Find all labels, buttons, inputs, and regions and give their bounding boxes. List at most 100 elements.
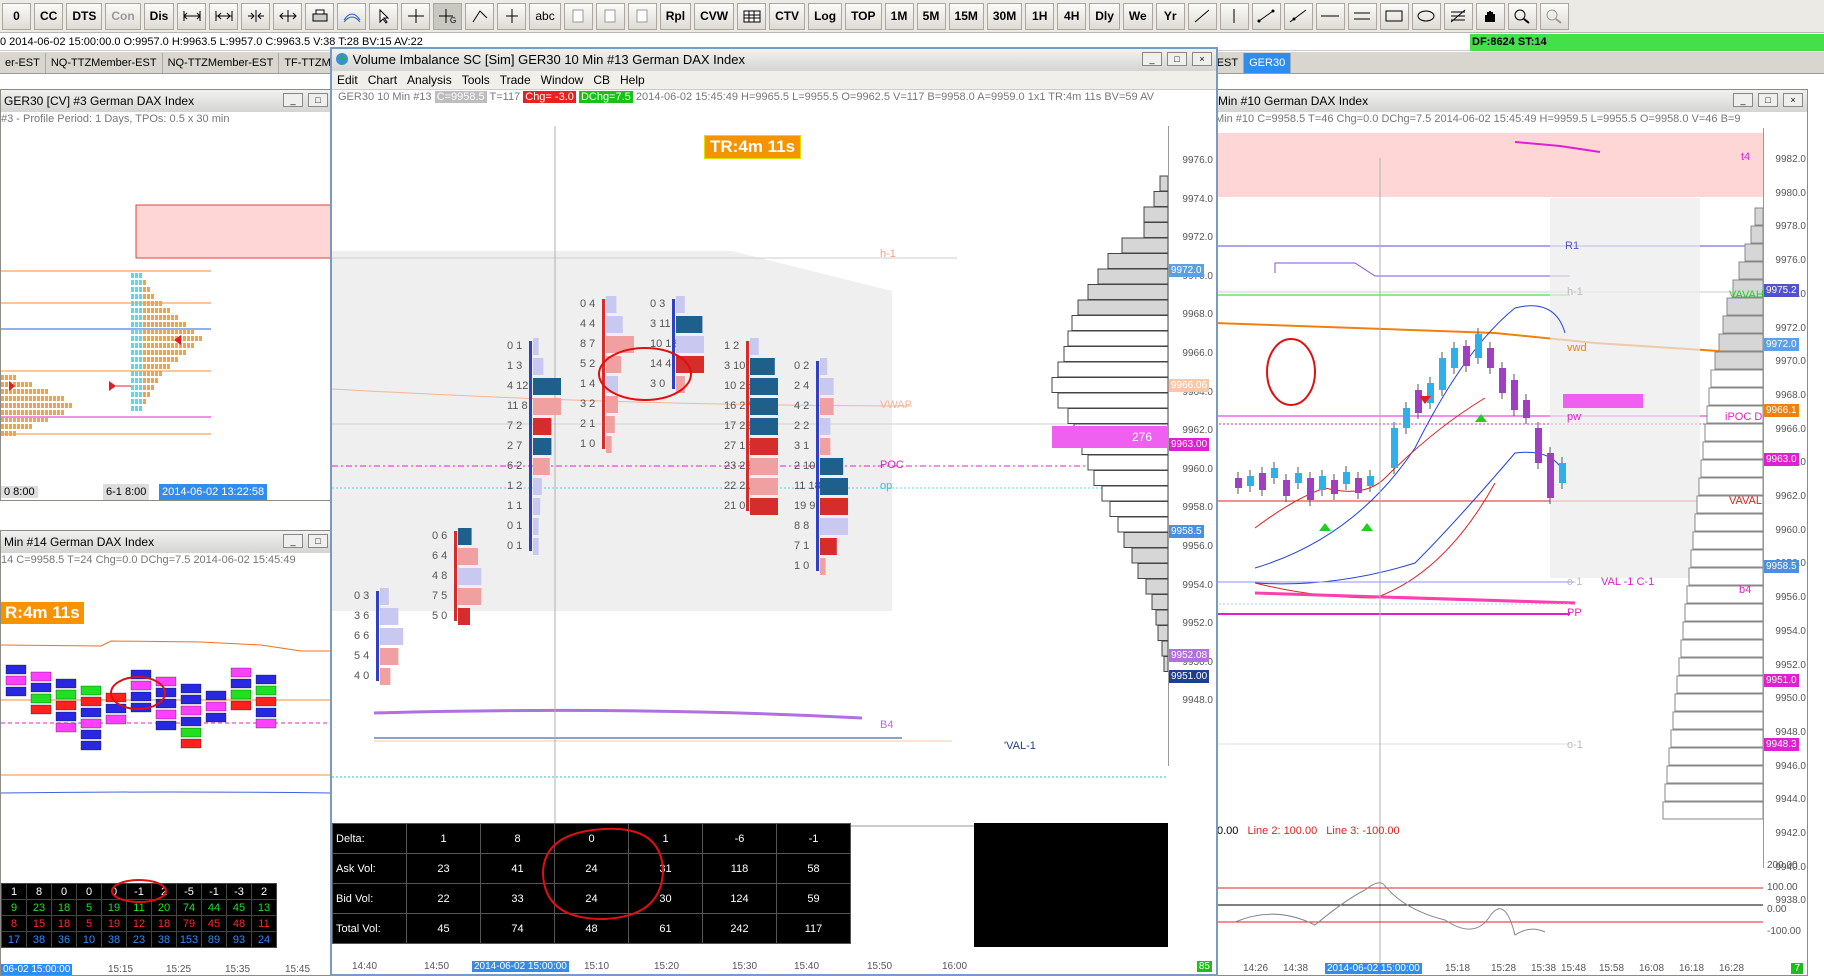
- 30m-button[interactable]: 30M: [986, 2, 1023, 30]
- menu-item-analysis[interactable]: Analysis: [402, 71, 457, 89]
- table-icon[interactable]: [737, 2, 767, 30]
- delta-cell: 58: [776, 853, 851, 884]
- oscillator-chart[interactable]: [1215, 850, 1763, 950]
- volume-profile-bar: [1159, 175, 1168, 192]
- con-button[interactable]: Con: [105, 2, 141, 30]
- footprint-mini-cell: [5, 675, 27, 686]
- hand-icon[interactable]: [1475, 2, 1505, 30]
- minimize-button[interactable]: _: [1142, 52, 1162, 66]
- zoom-x2-icon[interactable]: [209, 2, 239, 30]
- ctv-button[interactable]: CTV: [769, 2, 806, 30]
- maximize-button[interactable]: □: [308, 534, 328, 548]
- values-icon[interactable]: [497, 2, 527, 30]
- footprint-cell: 3 11: [650, 318, 671, 330]
- fib-icon[interactable]: [1443, 2, 1473, 30]
- minimize-button[interactable]: _: [1733, 93, 1753, 107]
- 5m-button[interactable]: 5M: [916, 2, 946, 30]
- menu-item-cb[interactable]: CB: [588, 71, 615, 89]
- weekly-button[interactable]: We: [1122, 2, 1153, 30]
- compress-icon[interactable]: [241, 2, 271, 30]
- 1m-button[interactable]: 1M: [884, 2, 914, 30]
- text-tool-button[interactable]: abc: [529, 2, 561, 30]
- tab-er-est[interactable]: er-EST: [0, 52, 46, 73]
- log-button[interactable]: Log: [808, 2, 843, 30]
- rectangle-icon[interactable]: [1379, 2, 1409, 30]
- zoom-x-icon[interactable]: [177, 2, 207, 30]
- draw-line-icon[interactable]: [465, 2, 495, 30]
- tpo-block: [155, 315, 158, 320]
- doc3-icon[interactable]: [627, 2, 657, 30]
- footprint-mini-chart[interactable]: [1, 625, 333, 865]
- yearly-button[interactable]: Yr: [1155, 2, 1185, 30]
- rpl-button[interactable]: Rpl: [659, 2, 692, 30]
- menu-item-chart[interactable]: Chart: [363, 71, 402, 89]
- tab-ger30[interactable]: GER30: [1244, 52, 1292, 73]
- studies-icon[interactable]: [337, 2, 367, 30]
- expand-icon[interactable]: [273, 2, 303, 30]
- top-button[interactable]: TOP: [845, 2, 882, 30]
- dis-button[interactable]: Dis: [143, 2, 175, 30]
- cc-button[interactable]: CC: [34, 2, 64, 30]
- tpo-block: [143, 329, 146, 334]
- close-button[interactable]: ×: [1192, 52, 1212, 66]
- trendline-icon[interactable]: [1251, 2, 1281, 30]
- magnifier-icon[interactable]: [1507, 2, 1537, 30]
- daily-button[interactable]: Dly: [1089, 2, 1120, 30]
- 4h-button[interactable]: 4H: [1057, 2, 1087, 30]
- horizontal-ray-icon[interactable]: [1347, 2, 1377, 30]
- footprint-bar: [820, 418, 831, 435]
- print-icon[interactable]: [305, 2, 335, 30]
- footprint-bar: [606, 436, 612, 453]
- tab-nq-1[interactable]: NQ-TTZMember-EST: [45, 52, 163, 73]
- ray-icon[interactable]: [1187, 2, 1217, 30]
- footprint-bar: [606, 316, 623, 333]
- tpo-block: [131, 336, 134, 341]
- tpo-profile-chart[interactable]: [1, 128, 333, 488]
- dts-button[interactable]: DTS: [66, 2, 103, 30]
- delta-cell: 242: [702, 913, 777, 944]
- maximize-button[interactable]: □: [308, 93, 328, 107]
- crosshair-grid-icon[interactable]: G: [433, 2, 463, 30]
- cvw-button[interactable]: CVW: [694, 2, 735, 30]
- 1h-button[interactable]: 1H: [1025, 2, 1055, 30]
- menu-item-window[interactable]: Window: [536, 71, 589, 89]
- crosshair-icon[interactable]: [401, 2, 431, 30]
- horizontal-line-icon[interactable]: [1315, 2, 1345, 30]
- volume-profile-bar: [1151, 594, 1168, 610]
- price-chart-right[interactable]: t4 R1 h-1 VAVAH vwd iPOC D pw VAVAL c-1 VAL -1 C-…: [1215, 128, 1808, 976]
- menu-item-trade[interactable]: Trade: [495, 71, 536, 89]
- tab-nq-2[interactable]: NQ-TTZMember-EST: [162, 52, 280, 73]
- tpo-block: [41, 410, 44, 415]
- maximize-button[interactable]: □: [1758, 93, 1778, 107]
- minimize-button[interactable]: _: [283, 93, 303, 107]
- menu-item-help[interactable]: Help: [615, 71, 650, 89]
- doc1-icon[interactable]: [563, 2, 593, 30]
- footprint-bar: [750, 398, 778, 415]
- 15m-button[interactable]: 15M: [948, 2, 984, 30]
- close-button[interactable]: ×: [1783, 93, 1803, 107]
- tpo-block: [9, 431, 12, 436]
- candle-body: [1403, 408, 1410, 428]
- zoom-out-icon[interactable]: [1539, 2, 1569, 30]
- maximize-button[interactable]: □: [1167, 52, 1187, 66]
- right-price-axis[interactable]: 9982.09980.09978.09976.09974.09972.09970…: [1763, 128, 1807, 906]
- main-price-axis[interactable]: 9976.09974.09972.09970.09968.09966.09964…: [1168, 126, 1216, 766]
- chart-info-line: GER30 10 Min #13 C=9958.5 T=117 Chg= -3.…: [332, 90, 1216, 106]
- pointer-icon[interactable]: [369, 2, 399, 30]
- menu-item-tools[interactable]: Tools: [457, 71, 495, 89]
- doc2-icon[interactable]: [595, 2, 625, 30]
- mini-delta-cell: 153: [176, 931, 202, 948]
- tpo-block: [139, 350, 142, 355]
- tpo-block: [5, 424, 8, 429]
- vertical-line-icon[interactable]: [1219, 2, 1249, 30]
- menu-item-edit[interactable]: Edit: [332, 71, 363, 89]
- footprint-chart[interactable]: 0 3 3 6 6 6 5 4 4 0 0 6 6 4 4 8 7 5 5 0 0 1 1 3 4 12…: [332, 126, 1168, 838]
- minimize-button[interactable]: _: [283, 534, 303, 548]
- ellipse-icon[interactable]: [1411, 2, 1441, 30]
- toolbar-button-0[interactable]: 0: [2, 2, 31, 30]
- level-label-r1: R1: [1565, 240, 1579, 252]
- footprint-cell: 3 0: [650, 378, 665, 390]
- extended-line-icon[interactable]: [1283, 2, 1313, 30]
- tpo-block: [13, 410, 16, 415]
- volume-profile-bar: [1678, 657, 1764, 676]
